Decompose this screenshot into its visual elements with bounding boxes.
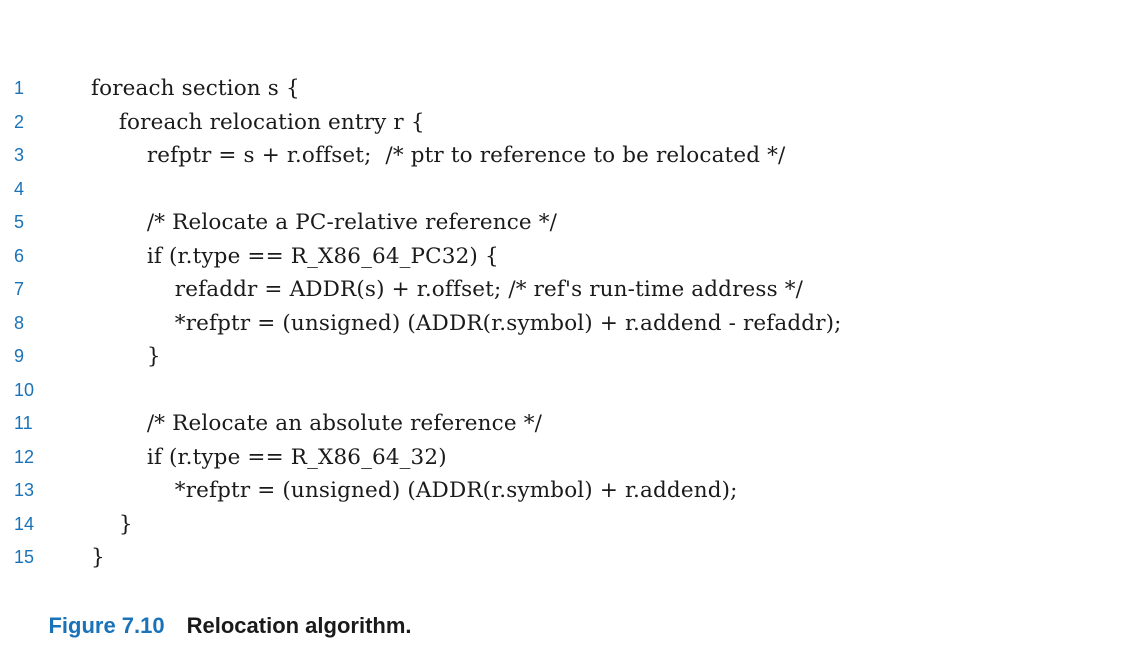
- code-line: 8 *refptr = (unsigned) (ADDR(r.symbol) +…: [0, 307, 1122, 341]
- code-line: 6 if (r.type == R_X86_64_PC32) {: [0, 240, 1122, 274]
- code-text: foreach section s {: [91, 76, 300, 101]
- line-number: 11: [14, 413, 33, 433]
- code-text: }: [91, 344, 161, 369]
- code-line: 13 *refptr = (unsigned) (ADDR(r.symbol) …: [0, 474, 1122, 508]
- code-line: 15}: [0, 541, 1122, 575]
- code-text: refptr = s + r.offset; /* ptr to referen…: [91, 143, 786, 168]
- line-number: 1: [14, 78, 25, 98]
- code-line: 11 /* Relocate an absolute reference */: [0, 407, 1122, 441]
- code-text: *refptr = (unsigned) (ADDR(r.symbol) + r…: [91, 478, 738, 503]
- figure-title: Relocation algorithm.: [186, 613, 412, 638]
- line-number: 8: [14, 312, 25, 333]
- code-line: 3 refptr = s + r.offset; /* ptr to refer…: [0, 139, 1122, 173]
- line-number: 5: [14, 212, 25, 232]
- code-line: 14 }: [0, 508, 1122, 542]
- figure-label: Figure 7.10: [48, 613, 165, 638]
- figure-page: 1 foreach section s { 2 foreach relocation…: [0, 0, 1122, 646]
- code-listing: 1 foreach section s { 2 foreach relocation…: [0, 72, 1122, 575]
- line-number: 14: [14, 513, 35, 534]
- line-number: 9: [14, 346, 25, 366]
- figure-caption: Figure 7.10 Relocation algorithm.: [24, 587, 412, 646]
- line-number: 3: [14, 145, 25, 165]
- code-line: 10: [0, 374, 1122, 408]
- line-number: 7: [14, 279, 25, 299]
- code-line: 9 }: [0, 340, 1122, 374]
- code-text: refaddr = ADDR(s) + r.offset; /* ref's r…: [91, 277, 804, 302]
- code-text: /* Relocate a PC-relative reference */: [91, 210, 558, 235]
- code-text: /* Relocate an absolute reference */: [91, 411, 542, 436]
- code-text: *refptr = (unsigned) (ADDR(r.symbol) + r…: [91, 310, 842, 336]
- line-number: 12: [14, 446, 35, 467]
- code-line: 5 /* Relocate a PC-relative reference */: [0, 206, 1122, 240]
- line-number: 15: [14, 547, 35, 567]
- line-number: 13: [14, 480, 35, 500]
- code-line: 12 if (r.type == R_X86_64_32): [0, 441, 1122, 475]
- line-number: 2: [14, 111, 25, 132]
- code-line: 1 foreach section s {: [0, 72, 1122, 106]
- code-line: 7 refaddr = ADDR(s) + r.offset; /* ref's…: [0, 273, 1122, 307]
- code-line: 2 foreach relocation entry r {: [0, 106, 1122, 140]
- code-text: if (r.type == R_X86_64_PC32) {: [91, 243, 499, 269]
- code-line: 4: [0, 173, 1122, 207]
- code-text: if (r.type == R_X86_64_32): [91, 444, 447, 470]
- line-number: 6: [14, 245, 25, 266]
- code-text: foreach relocation entry r {: [91, 109, 425, 135]
- code-text: }: [91, 545, 105, 570]
- code-text: }: [91, 511, 133, 537]
- line-number: 4: [14, 178, 25, 199]
- line-number: 10: [14, 379, 35, 400]
